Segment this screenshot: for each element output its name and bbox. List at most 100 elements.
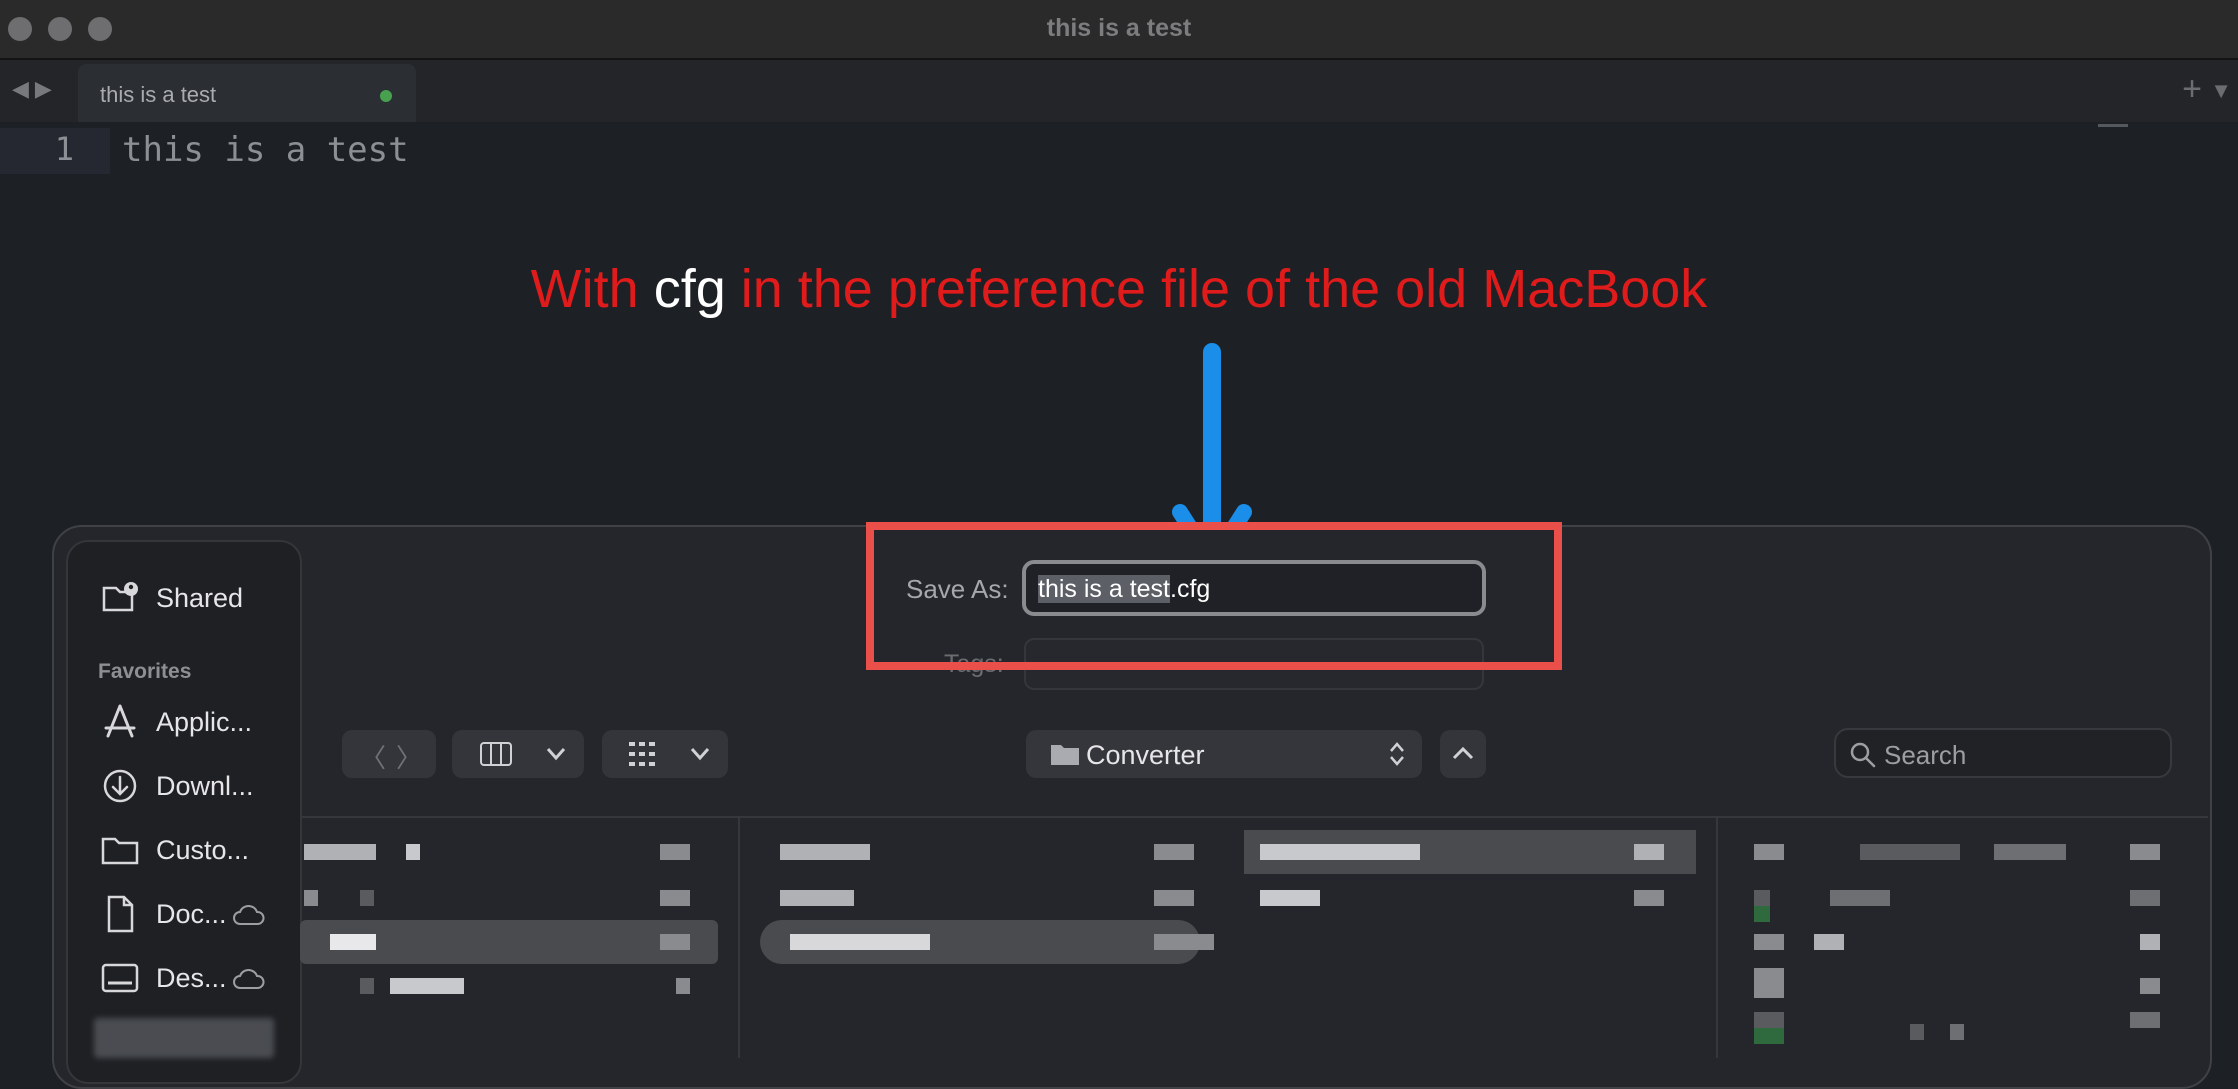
dialog-sidebar: Shared Favorites Applic... Downl... Cust… <box>66 540 302 1084</box>
redacted-file-name <box>1950 1024 1964 1040</box>
redacted-file-name <box>390 978 464 994</box>
tab-nav-arrows[interactable]: ◀▶ <box>12 76 58 102</box>
redacted-file-name[interactable] <box>1754 968 1784 998</box>
sidebar-item-label: Des... <box>156 962 227 993</box>
redacted-file-name[interactable] <box>780 890 854 906</box>
forward-chevron-icon[interactable]: 〉 <box>396 738 422 775</box>
chevron-down-icon <box>546 748 566 761</box>
chevron-up-icon <box>1452 746 1474 760</box>
downloads-icon <box>103 769 137 803</box>
folder-icon <box>101 837 139 865</box>
up-down-chevron-icon <box>1390 742 1404 766</box>
redacted-file-date <box>2130 890 2160 906</box>
annotation-highlight: cfg <box>653 259 726 319</box>
sidebar-item-redacted[interactable] <box>94 1018 274 1058</box>
redacted-file-name <box>1830 890 1890 906</box>
redacted-file-name[interactable] <box>780 844 870 860</box>
applications-icon <box>104 704 136 738</box>
window-title: this is a test <box>1046 14 1192 42</box>
sidebar-item-applications[interactable]: Applic... <box>100 702 252 742</box>
location-label: Converter <box>1086 740 1205 770</box>
redacted-file-name <box>1994 844 2066 860</box>
redacted-file-name <box>360 890 374 906</box>
redacted-file-date <box>1154 844 1194 860</box>
redacted-file-name[interactable] <box>790 934 930 950</box>
redacted-file-date <box>2140 934 2160 950</box>
redacted-file-tag <box>1754 1028 1784 1044</box>
annotation-suffix: in the preference file of the old MacBoo… <box>725 259 1708 319</box>
redacted-file-date <box>2140 978 2160 994</box>
back-forward-buttons[interactable]: 〈 〉 <box>342 730 436 778</box>
line-number: 1 <box>54 130 74 168</box>
unsaved-dot-icon <box>380 90 392 102</box>
sidebar-item-label: Shared <box>156 582 244 613</box>
icloud-icon <box>233 905 265 925</box>
annotation-highlight-box <box>866 522 1562 670</box>
sidebar-item-label: Doc... <box>156 898 227 929</box>
redacted-file-name <box>1910 1024 1924 1040</box>
tab-list-chevron-icon[interactable]: ▼ <box>2210 78 2232 104</box>
expand-collapse-button[interactable] <box>1440 730 1486 778</box>
redacted-file-name[interactable] <box>1260 844 1420 860</box>
annotation-prefix: With <box>530 259 654 319</box>
redacted-file-name[interactable] <box>1754 890 1770 906</box>
redacted-file-date <box>1154 890 1194 906</box>
redacted-file-name[interactable] <box>304 844 376 860</box>
tab-bar: ◀▶ this is a test + ▼ <box>0 60 2238 122</box>
column-divider <box>738 818 740 1058</box>
sidebar-item-label: Applic... <box>156 706 253 737</box>
group-by-button[interactable] <box>602 730 728 778</box>
desktop-icon <box>101 963 139 993</box>
redacted-file-name[interactable] <box>330 934 376 950</box>
browser-divider <box>300 816 2208 818</box>
icloud-icon <box>233 969 265 989</box>
redacted-file-name[interactable] <box>1260 890 1320 906</box>
editor-line-text[interactable]: this is a test <box>122 130 409 170</box>
sidebar-item-desktop[interactable]: Des... <box>100 958 227 998</box>
redacted-file-date <box>2130 844 2160 860</box>
redacted-file-name <box>1860 844 1960 860</box>
redacted-file-date <box>1154 934 1214 950</box>
redacted-file-name[interactable] <box>360 978 374 994</box>
location-popup[interactable]: Converter <box>1026 730 1422 778</box>
sidebar-item-custom-folder[interactable]: Custo... <box>100 830 249 870</box>
new-tab-plus-icon[interactable]: + <box>2182 70 2202 109</box>
back-chevron-icon[interactable]: 〈 <box>360 738 386 775</box>
redacted-file-name <box>1814 934 1844 950</box>
grid-group-icon <box>629 742 655 766</box>
column-view-icon <box>480 742 512 766</box>
redacted-file-name[interactable] <box>304 890 318 906</box>
tab-label: this is a test <box>100 82 217 107</box>
redacted-file-date <box>1634 890 1664 906</box>
sidebar-item-documents[interactable]: Doc... <box>100 894 227 934</box>
redacted-file-date <box>676 978 690 994</box>
redacted-file-name[interactable] <box>1754 844 1784 860</box>
column-divider <box>1716 818 1718 1058</box>
favorites-header: Favorites <box>98 660 192 683</box>
tab-this-is-a-test[interactable]: this is a test <box>78 64 416 122</box>
redacted-file-date <box>1634 844 1664 860</box>
search-field[interactable]: Search <box>1834 728 2172 778</box>
redacted-file-date <box>660 890 690 906</box>
folder-icon <box>1051 745 1079 765</box>
minimap-indicator <box>2098 124 2128 127</box>
sidebar-item-label: Custo... <box>156 834 250 865</box>
view-mode-button[interactable] <box>452 730 584 778</box>
redacted-file-name[interactable] <box>1754 934 1784 950</box>
search-placeholder: Search <box>1884 740 1967 770</box>
annotation-text: With cfg in the preference file of the o… <box>0 258 2238 320</box>
redacted-file-date <box>660 934 690 950</box>
redacted-file-date <box>660 844 690 860</box>
sidebar-item-shared[interactable]: Shared <box>100 578 243 618</box>
redacted-file-name[interactable] <box>1754 1012 1784 1028</box>
redacted-file-name <box>406 844 420 860</box>
search-icon <box>1850 742 1876 768</box>
shared-folder-icon <box>102 582 138 612</box>
redacted-file-date <box>2130 1012 2160 1028</box>
redacted-file-tag <box>1754 906 1770 922</box>
document-icon <box>107 895 134 933</box>
chevron-down-icon <box>690 748 710 761</box>
title-bar: this is a test <box>0 0 2238 60</box>
sidebar-item-label: Downl... <box>156 770 254 801</box>
sidebar-item-downloads[interactable]: Downl... <box>100 766 254 806</box>
